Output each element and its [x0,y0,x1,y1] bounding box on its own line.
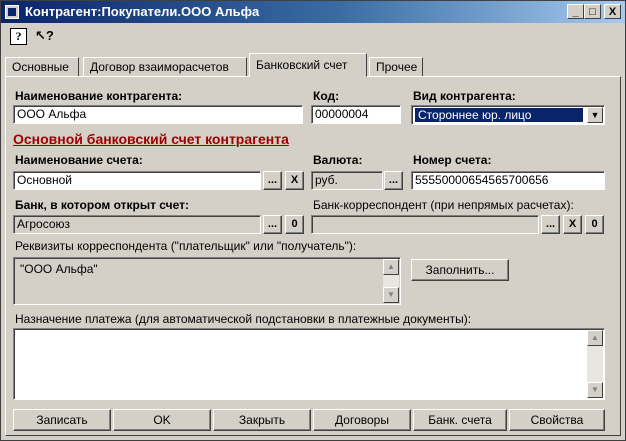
close-form-button[interactable]: Закрыть [213,409,311,431]
bank-select-button[interactable]: ... [263,215,282,234]
currency-select-button[interactable]: ... [384,171,403,190]
account-name-select-button[interactable]: ... [263,171,282,190]
corr-bank-select-button[interactable]: ... [541,215,560,234]
whats-this-icon[interactable]: ↖? [35,28,54,45]
counterparty-type-label: Вид контрагента: [413,89,516,103]
account-name-clear-button[interactable]: X [285,171,304,190]
arrow-up-icon[interactable]: ▲ [587,330,603,346]
counterparty-type-value: Стороннее юр. лицо [415,108,583,122]
chevron-down-icon[interactable]: ▼ [587,107,603,123]
payment-purpose-label: Назначение платежа (для автоматической п… [15,312,472,326]
fill-button[interactable]: Заполнить... [411,259,509,281]
tab-other[interactable]: Прочее [369,57,423,77]
tab-contract[interactable]: Договор взаиморасчетов [83,57,247,77]
account-name-field[interactable]: Основной [13,171,261,190]
bank-open-button[interactable]: 0 [285,215,304,234]
corr-bank-label: Банк-корреспондент (при непрямых расчета… [313,198,574,212]
corr-details-label: Реквизиты корреспондента ("плательщик" и… [15,239,357,253]
close-button[interactable]: X [604,4,621,19]
bank-field[interactable]: Агросоюз [13,215,261,234]
corr-bank-open-button[interactable]: 0 [585,215,604,234]
currency-field[interactable]: руб. [311,171,383,190]
arrow-up-icon[interactable]: ▲ [383,259,399,275]
minimize-button[interactable]: _ [567,4,584,19]
code-field[interactable]: 00000004 [311,105,401,124]
counterparty-window: Контрагент:Покупатели.ООО Альфа _ □ X ? … [0,0,626,441]
maximize-button[interactable]: □ [584,4,601,19]
contracts-button[interactable]: Договоры [313,409,411,431]
properties-button[interactable]: Свойства [509,409,605,431]
arrow-down-icon[interactable]: ▼ [587,382,603,398]
corr-details-scrollbar[interactable]: ▲ ▼ [383,259,399,303]
bank-accounts-button[interactable]: Банк. счета [413,409,507,431]
account-number-field[interactable]: 55550000654565700656 [411,171,605,190]
corr-details-value: "ООО Альфа" [20,262,98,276]
counterparty-type-select[interactable]: Стороннее юр. лицо ▼ [411,105,605,125]
help-icon[interactable]: ? [10,28,27,45]
corr-bank-clear-button[interactable]: X [563,215,582,234]
window-icon[interactable] [5,5,19,19]
counterparty-name-label: Наименование контрагента: [15,89,183,103]
arrow-down-icon[interactable]: ▼ [383,287,399,303]
payment-purpose-field[interactable]: ▲ ▼ [13,328,605,400]
tab-main[interactable]: Основные [5,57,79,77]
section-heading: Основной банковский счет контрагента [13,131,289,147]
window-title: Контрагент:Покупатели.ООО Альфа [25,4,260,19]
corr-details-field[interactable]: "ООО Альфа" ▲ ▼ [13,257,401,305]
bank-label: Банк, в котором открыт счет: [15,198,189,212]
tab-bank-account[interactable]: Банковский счет [249,53,367,77]
currency-label: Валюта: [313,153,363,167]
ok-button[interactable]: OK [113,409,211,431]
account-number-label: Номер счета: [413,153,492,167]
corr-bank-field[interactable] [311,215,539,234]
account-name-label: Наименование счета: [15,153,143,167]
save-button[interactable]: Записать [13,409,111,431]
counterparty-name-field[interactable]: ООО Альфа [13,105,303,124]
payment-purpose-scrollbar[interactable]: ▲ ▼ [587,330,603,398]
title-bar[interactable]: Контрагент:Покупатели.ООО Альфа _ □ X [1,1,625,23]
code-label: Код: [313,89,340,103]
